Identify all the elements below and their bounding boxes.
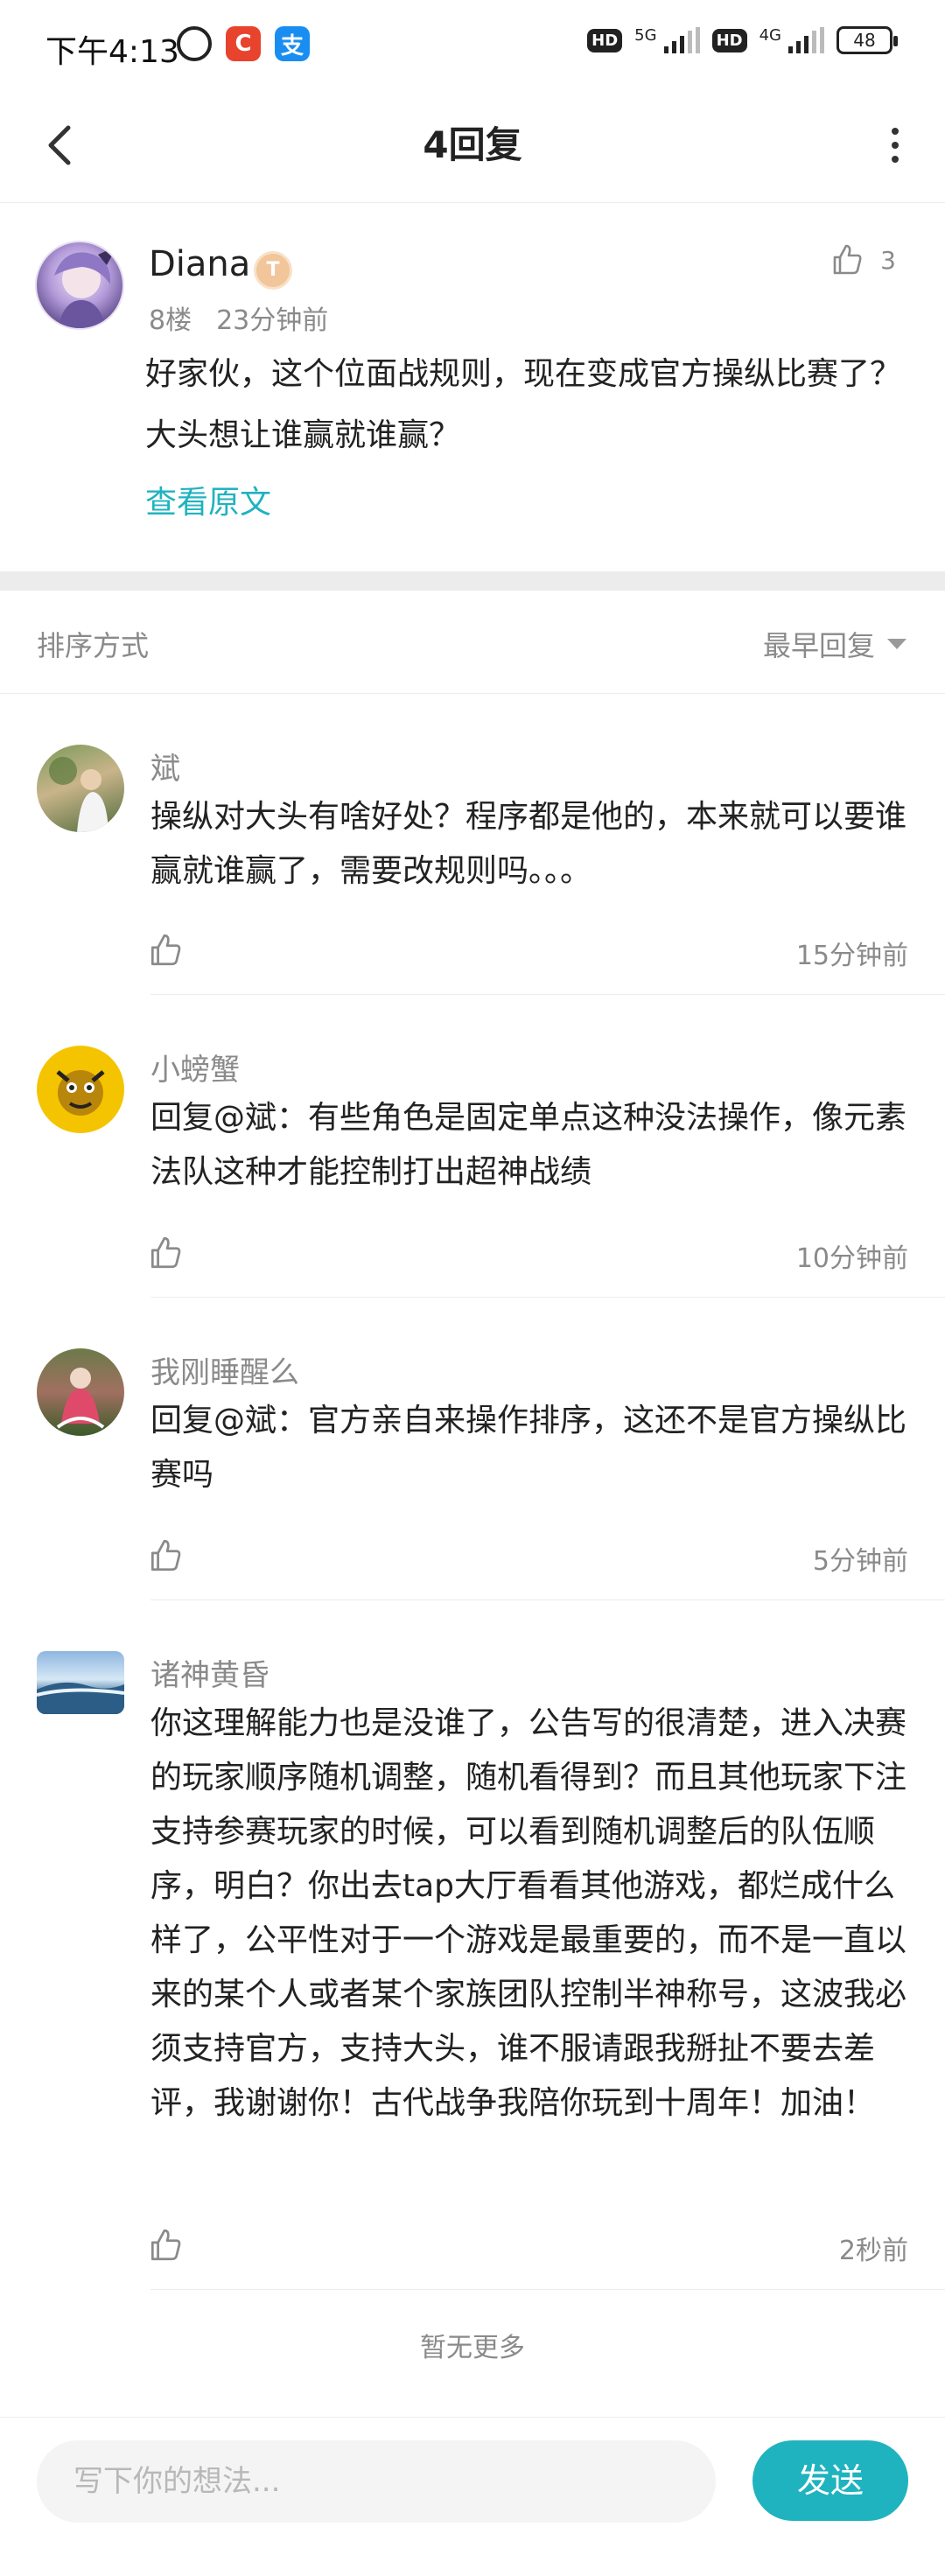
more-options-icon[interactable] (873, 119, 917, 172)
view-original-link[interactable]: 查看原文 (145, 477, 271, 522)
no-more-label: 暂无更多 (420, 2333, 525, 2363)
like-button[interactable] (147, 932, 184, 969)
comment-item: 小螃蟹 回复@斌：有些角色是固定单点这种没法操作，像元素法队这种才能控制打出超神… (0, 995, 945, 1298)
like-button[interactable] (147, 1537, 184, 1574)
hd-icon: HD (711, 28, 747, 52)
comment-time: 2秒前 (838, 2236, 908, 2266)
comment-text: 操纵对大头有啥好处？程序都是他的，本来就可以要谁赢就谁赢了，需要改规则吗。。。 (150, 799, 907, 889)
app-c-icon: C (226, 26, 261, 61)
sort-label: 排序方式 (37, 629, 150, 662)
comment-time: 5分钟前 (812, 1546, 908, 1577)
avatar[interactable] (37, 1046, 124, 1133)
thumbs-up-icon (150, 2229, 181, 2261)
header: 4回复 (0, 88, 945, 203)
signal-icon (788, 27, 824, 53)
comment-item: 我刚睡醒么 回复@斌：官方亲自来操作排序，这还不是官方操纵比赛吗 5分钟前 (0, 1298, 945, 1600)
network-4g-label: 4G (759, 26, 781, 45)
like-button[interactable]: 3 (830, 242, 896, 277)
post-meta: 8楼 23分钟前 (149, 298, 328, 337)
avatar[interactable] (37, 1348, 124, 1436)
alarm-icon (177, 26, 212, 61)
sort-bar: 排序方式 最早回复 (0, 591, 945, 694)
comment-text: 回复@斌：官方亲自来操作排序，这还不是官方操纵比赛吗 (150, 1403, 907, 1493)
page-title: 4回复 (423, 123, 522, 166)
like-button[interactable] (147, 2227, 184, 2264)
reply-input[interactable] (37, 2440, 716, 2523)
comment-text: 回复@斌：有些角色是固定单点这种没法操作，像元素法队这种才能控制打出超神战绩 (150, 1100, 907, 1190)
comment-item: 斌 操纵对大头有啥好处？程序都是他的，本来就可以要谁赢就谁赢了，需要改规则吗。。… (0, 694, 945, 995)
status-system-icons: HD 5G HD 4G 48 (587, 26, 898, 54)
signal-icon (663, 27, 700, 53)
main-post: Diana T 8楼 23分钟前 3 好家伙，这个位面战规则，现在变成官方操纵比赛… (0, 204, 945, 571)
commenter-name[interactable]: 诸神黄昏 (150, 1651, 270, 1694)
network-5g-label: 5G (634, 26, 657, 45)
alipay-icon: 支 (275, 26, 310, 61)
divider (150, 2289, 945, 2290)
send-button[interactable]: 发送 (752, 2440, 908, 2521)
status-notification-icons: C 支 (177, 26, 310, 61)
comment-time: 10分钟前 (795, 1243, 908, 1274)
sort-selected-value: 最早回复 (762, 629, 875, 662)
post-content: 好家伙，这个位面战规则，现在变成官方操纵比赛了？大头想让谁赢就谁赢？ (145, 356, 902, 453)
hd-icon: HD (587, 28, 623, 52)
thumbs-up-icon (150, 1236, 181, 1269)
sort-dropdown[interactable]: 最早回复 (763, 624, 906, 664)
reply-input-bar: 发送 (0, 2417, 945, 2576)
like-button[interactable] (147, 1235, 184, 1271)
comment-text: 你这理解能力也是没谁了，公告写的很清楚，进入决赛的玩家顺序随机调整，随机看得到？… (150, 1705, 907, 2121)
thumbs-up-icon (833, 244, 862, 275)
thumbs-up-icon (150, 934, 181, 966)
level-badge: T (254, 251, 292, 290)
floor-number: 8楼 (149, 305, 192, 336)
avatar[interactable] (37, 745, 124, 832)
status-time: 下午4:13 (46, 34, 179, 70)
post-time: 23分钟前 (216, 305, 329, 336)
avatar[interactable] (35, 241, 124, 330)
comment-item: 诸神黄昏 你这理解能力也是没谁了，公告写的很清楚，进入决赛的玩家顺序随机调整，随… (0, 1600, 945, 2290)
author-name[interactable]: Diana (149, 244, 250, 284)
commenter-name[interactable]: 斌 (150, 745, 180, 788)
commenter-name[interactable]: 小螃蟹 (150, 1046, 240, 1088)
status-bar: 下午4:13 C 支 HD 5G HD 4G 48 (0, 0, 945, 88)
commenter-name[interactable]: 我刚睡醒么 (150, 1348, 299, 1391)
comment-time: 15分钟前 (795, 941, 908, 971)
like-count: 3 (880, 245, 896, 275)
battery-icon: 48 (836, 26, 898, 54)
thumbs-up-icon (150, 1539, 181, 1572)
section-divider (0, 571, 945, 591)
caret-down-icon (887, 639, 906, 649)
avatar[interactable] (37, 1651, 124, 1714)
